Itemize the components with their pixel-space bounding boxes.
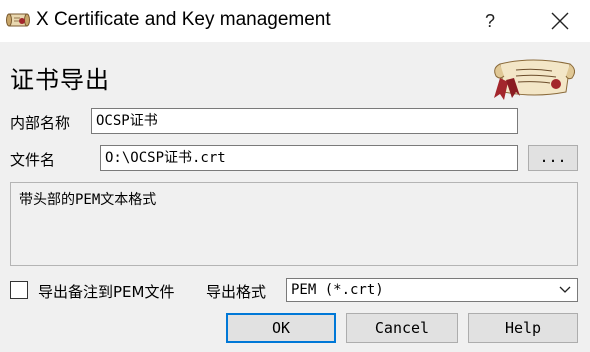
scroll-icon [6, 9, 32, 31]
filename-input[interactable]: O:\OCSP证书.crt [100, 145, 518, 171]
format-description: 带头部的PEM文本格式 [10, 182, 578, 266]
export-comment-label[interactable]: 导出备注到PEM文件 [38, 281, 174, 302]
close-button[interactable] [530, 0, 590, 42]
close-icon [551, 12, 569, 30]
help-question-button[interactable]: ? [460, 0, 520, 42]
internal-name-label: 内部名称 [10, 114, 71, 132]
internal-name-input[interactable]: OCSP证书 [91, 108, 518, 134]
export-format-select[interactable]: PEM (*.crt) [286, 278, 578, 302]
filename-label: 文件名 [10, 151, 56, 169]
export-format-label: 导出格式 [206, 283, 267, 301]
cancel-button[interactable]: Cancel [346, 313, 458, 343]
page-title: 证书导出 [10, 66, 110, 94]
certificate-scroll-logo [486, 54, 578, 102]
chevron-down-icon [559, 286, 571, 293]
window-title: X Certificate and Key management [36, 9, 331, 30]
browse-button[interactable]: ... [528, 145, 578, 171]
help-button[interactable]: Help [468, 313, 578, 343]
title-bar: X Certificate and Key management ? [0, 0, 590, 42]
export-comment-checkbox[interactable] [10, 281, 28, 299]
ok-button[interactable]: OK [226, 313, 336, 343]
export-format-value: PEM (*.crt) [291, 282, 384, 298]
